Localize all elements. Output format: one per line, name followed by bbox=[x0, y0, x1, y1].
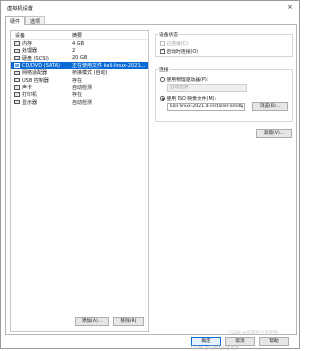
header-device: 设备 bbox=[15, 32, 26, 39]
radio-selected-icon bbox=[160, 96, 165, 101]
device-status-label: 设备状态 bbox=[158, 31, 180, 38]
network-adapter-icon bbox=[14, 70, 20, 76]
radio-icon bbox=[160, 77, 165, 82]
chevron-down-icon: ▾ bbox=[240, 104, 243, 109]
checkbox-icon bbox=[160, 41, 165, 46]
device-row-processor[interactable]: 处理器 2 bbox=[11, 47, 148, 54]
help-button[interactable]: 帮助 bbox=[259, 337, 289, 346]
device-status-group: 设备状态 已连接(C) 启动时连接(O) bbox=[155, 31, 293, 57]
printer-icon bbox=[14, 92, 20, 97]
usb-icon bbox=[14, 77, 20, 83]
sound-card-icon bbox=[14, 85, 20, 90]
browse-button[interactable]: 浏览(B)... bbox=[252, 102, 288, 111]
device-row-network[interactable]: 网络适配器 桥接模式 (自动) bbox=[11, 69, 148, 76]
close-icon[interactable]: × bbox=[287, 4, 293, 11]
advanced-button[interactable]: 高级(V)... bbox=[256, 129, 292, 138]
processor-icon bbox=[14, 48, 20, 54]
device-row-usb[interactable]: USB 控制器 存在 bbox=[11, 76, 148, 84]
cd-dvd-icon bbox=[14, 63, 20, 68]
device-row-cd-dvd[interactable]: CD/DVD (SATA) 正在使用文件 kali-linux-2021... bbox=[11, 61, 148, 70]
device-row-hard-disk[interactable]: 硬盘 (SCSI) 20 GB bbox=[11, 55, 148, 62]
device-row-printer[interactable]: 打印机 存在 bbox=[11, 91, 148, 98]
hard-disk-icon bbox=[14, 55, 20, 61]
footer-watermark: CSDN @可爱的小宝老师 bbox=[191, 346, 239, 351]
checkmark-icon bbox=[160, 48, 165, 54]
watermark-text: CSDN @可爱的小宝老师 bbox=[227, 331, 278, 336]
tab-panel: 设备 摘要 内存 4 GB 处理器 2 硬盘 (SCSI) 20 GB CD/D… bbox=[5, 24, 297, 336]
display-icon bbox=[14, 99, 20, 105]
header-summary: 摘要 bbox=[72, 32, 83, 39]
tab-hardware[interactable]: 硬件 bbox=[5, 16, 26, 25]
connection-label: 连接 bbox=[158, 66, 170, 73]
iso-image-radio[interactable]: 使用 ISO 映像文件(M): bbox=[160, 95, 216, 102]
physical-drive-select[interactable]: 自动检测 bbox=[167, 84, 247, 92]
remove-device-button[interactable]: 移除(R) bbox=[113, 317, 144, 326]
iso-path-select[interactable]: kali-linux-2021.4-installer-amd6 ▾ bbox=[167, 103, 245, 111]
memory-icon bbox=[14, 41, 20, 46]
device-list-header: 设备 摘要 bbox=[11, 31, 148, 40]
connection-group: 连接 使用物理驱动器(P): 自动检测 使用 ISO 映像文件(M): kali… bbox=[155, 66, 293, 122]
device-list: 设备 摘要 内存 4 GB 处理器 2 硬盘 (SCSI) 20 GB CD/D… bbox=[10, 30, 149, 332]
device-row-memory[interactable]: 内存 4 GB bbox=[11, 40, 148, 47]
connect-on-power-checkbox[interactable]: 启动时连接(O) bbox=[160, 48, 198, 55]
device-row-display[interactable]: 显示器 自动检测 bbox=[11, 98, 148, 106]
vm-settings-window: 虚拟机设置 × 硬件 选项 设备 摘要 内存 4 GB 处理器 2 硬盘 (SC… bbox=[0, 0, 300, 351]
connected-checkbox[interactable]: 已连接(C) bbox=[160, 40, 188, 47]
window-title: 虚拟机设置 bbox=[7, 6, 33, 12]
physical-drive-radio[interactable]: 使用物理驱动器(P): bbox=[160, 76, 208, 83]
add-device-button[interactable]: 添加(A)... bbox=[75, 317, 109, 326]
device-row-sound[interactable]: 声卡 自动检测 bbox=[11, 84, 148, 91]
